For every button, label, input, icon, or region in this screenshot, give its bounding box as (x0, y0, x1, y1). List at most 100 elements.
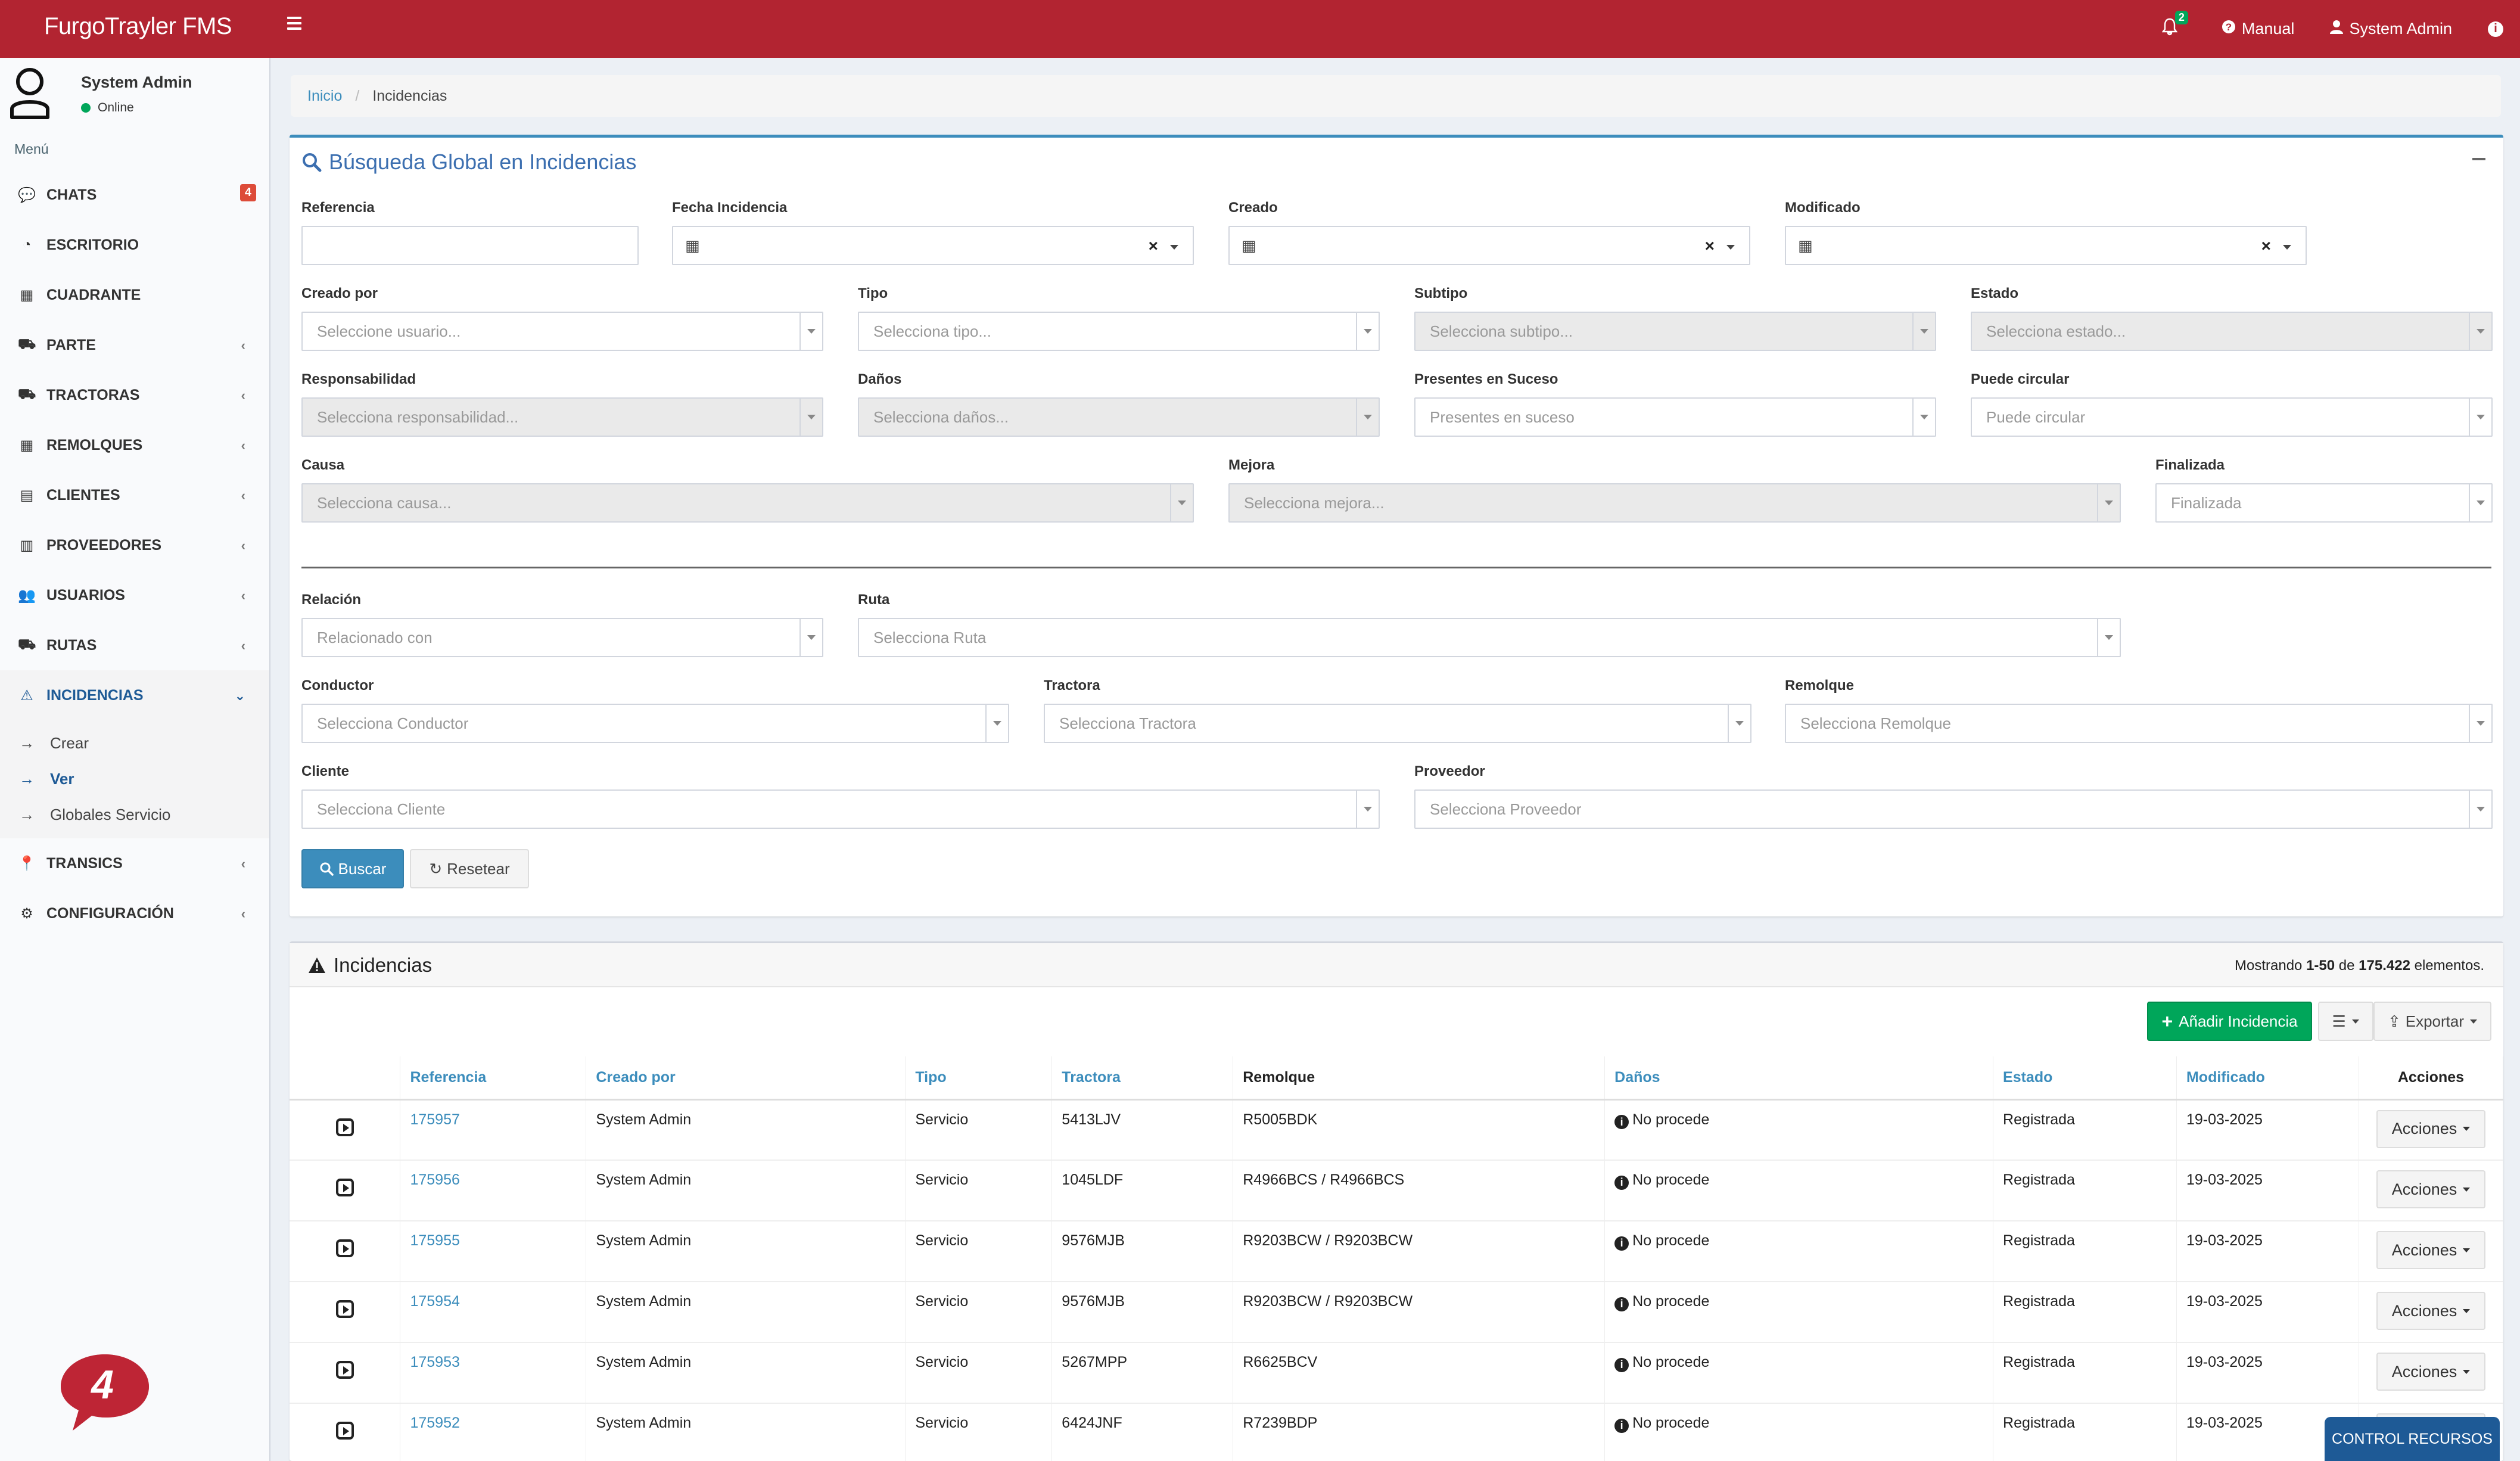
caret-down-icon (1356, 791, 1379, 828)
creado-picker[interactable]: ▦ × (1228, 226, 1750, 265)
proveedor-select[interactable]: Selecciona Proveedor (1414, 789, 2493, 829)
caret-down-icon (2097, 619, 2120, 656)
section-divider (301, 567, 2491, 568)
sidebar-item-remolques[interactable]: ▦ REMOLQUES ‹ (0, 420, 269, 470)
referencia-link[interactable]: 175957 (410, 1111, 459, 1128)
presentes-select[interactable]: Presentes en suceso (1414, 397, 1936, 437)
column-header-referencia[interactable]: Referencia (400, 1056, 587, 1101)
referencia-input[interactable] (301, 226, 639, 265)
chat-bubble-icon[interactable]: 4 (58, 1351, 151, 1434)
referencia-link[interactable]: 175954 (410, 1293, 459, 1310)
modificado-picker[interactable]: ▦ × (1785, 226, 2307, 265)
add-incidencia-button[interactable]: + Añadir Incidencia (2147, 1002, 2312, 1041)
referencia-link[interactable]: 175953 (410, 1354, 459, 1370)
label-mejora: Mejora (1228, 457, 1275, 473)
clear-icon[interactable]: × (2261, 237, 2271, 256)
relacion-select[interactable]: Relacionado con (301, 618, 823, 657)
cell-estado: Registrada (1993, 1099, 2177, 1161)
columns-toggle-button[interactable]: ☰ (2317, 1002, 2373, 1041)
play-square-icon[interactable] (335, 1422, 354, 1440)
column-header-modificado[interactable]: Modificado (2176, 1056, 2359, 1101)
estado-select[interactable]: Selecciona estado... (1971, 312, 2493, 351)
play-square-icon[interactable] (335, 1300, 354, 1318)
creado-por-select[interactable]: Seleccione usuario... (301, 312, 823, 351)
tractora-select[interactable]: Selecciona Tractora (1044, 704, 1751, 743)
table-row: 175955 System Admin Servicio 9576MJB R92… (290, 1221, 2504, 1282)
ruta-select[interactable]: Selecciona Ruta (858, 618, 2121, 657)
sidebar-item-parte[interactable]: ⛟ PARTE ‹ (0, 320, 269, 370)
acciones-button[interactable]: Acciones (2376, 1292, 2486, 1330)
puede-circular-select[interactable]: Puede circular (1971, 397, 2493, 437)
presentes-placeholder: Presentes en suceso (1430, 408, 1575, 426)
column-header-estado[interactable]: Estado (1993, 1056, 2177, 1101)
label-conductor: Conductor (301, 677, 374, 694)
acciones-button[interactable]: Acciones (2376, 1170, 2486, 1208)
tipo-select[interactable]: Selecciona tipo... (858, 312, 1380, 351)
notifications-badge: 2 (2174, 10, 2188, 24)
sidebar-item-tractoras[interactable]: ⛟ TRACTORAS ‹ (0, 370, 269, 420)
avatar (10, 68, 49, 119)
caret-down-icon (2283, 245, 2291, 250)
info-icon[interactable]: i (2488, 21, 2503, 37)
sidebar-item-chats[interactable]: 💬 CHATS 4 (0, 170, 269, 220)
sidebar-toggle-icon[interactable] (287, 17, 301, 30)
acciones-button[interactable]: Acciones (2376, 1231, 2486, 1269)
breadcrumb-home-link[interactable]: Inicio (307, 88, 342, 105)
resetear-label: Resetear (447, 859, 510, 878)
sidebar-item-rutas[interactable]: ⛟ RUTAS ‹ (0, 620, 269, 670)
acciones-button[interactable]: Acciones (2376, 1109, 2486, 1148)
sidebar-item-cuadrante[interactable]: ▦ CUADRANTE (0, 270, 269, 320)
brand-logo[interactable]: FurgoTrayler FMS (44, 13, 232, 40)
column-header-danos[interactable]: Daños (1604, 1056, 1994, 1101)
subtipo-select[interactable]: Selecciona subtipo... (1414, 312, 1936, 351)
remolque-select[interactable]: Selecciona Remolque (1785, 704, 2493, 743)
sidebar-subitem-ver[interactable]: → Ver (0, 761, 269, 797)
row-expand-cell (290, 1403, 401, 1461)
referencia-link[interactable]: 175956 (410, 1171, 459, 1188)
play-square-icon[interactable] (335, 1239, 354, 1257)
danos-select[interactable]: Selecciona daños... (858, 397, 1380, 437)
referencia-link[interactable]: 175955 (410, 1232, 459, 1249)
clear-icon[interactable]: × (1705, 237, 1715, 256)
fecha-incidencia-picker[interactable]: ▦ × (672, 226, 1194, 265)
sidebar-subitem-crear[interactable]: → Crear (0, 725, 269, 761)
info-icon: i (1614, 1418, 1629, 1433)
tipo-placeholder: Selecciona tipo... (873, 322, 992, 340)
finalizada-select[interactable]: Finalizada (2155, 483, 2493, 523)
sidebar-item-proveedores[interactable]: ▥ PROVEEDORES ‹ (0, 520, 269, 570)
responsabilidad-select[interactable]: Selecciona responsabilidad... (301, 397, 823, 437)
collapse-icon[interactable] (2472, 158, 2485, 160)
export-button[interactable]: ⇪ Exportar (2373, 1002, 2491, 1041)
column-header-tipo[interactable]: Tipo (905, 1056, 1053, 1101)
chevron-left-icon: ‹ (241, 388, 245, 403)
summary-prefix: Mostrando (2235, 958, 2307, 974)
cell-remolque: R5005BDK (1233, 1099, 1606, 1161)
acciones-button[interactable]: Acciones (2376, 1353, 2486, 1391)
sidebar-item-escritorio[interactable]: ◔ ESCRITORIO (0, 220, 269, 270)
sidebar-item-incidencias[interactable]: ⚠ INCIDENCIAS ⌄ (0, 670, 269, 720)
buscar-button[interactable]: Buscar (301, 849, 404, 888)
sidebar-item-configuracion[interactable]: ⚙ CONFIGURACIÓN ‹ (0, 888, 269, 938)
cliente-select[interactable]: Selecciona Cliente (301, 789, 1380, 829)
notifications-bell-icon[interactable]: 2 (2161, 10, 2188, 41)
referencia-link[interactable]: 175952 (410, 1415, 459, 1431)
control-recursos-button[interactable]: CONTROL RECURSOS (2325, 1417, 2500, 1461)
sidebar-item-usuarios[interactable]: 👥 USUARIOS ‹ (0, 570, 269, 620)
label-creado-por: Creado por (301, 285, 378, 301)
sidebar-subitem-globales-servicio[interactable]: → Globales Servicio (0, 797, 269, 832)
clear-icon[interactable]: × (1149, 237, 1158, 256)
column-header-creado-por[interactable]: Creado por (586, 1056, 906, 1101)
caret-down-icon (2463, 1187, 2471, 1192)
sidebar-item-transics[interactable]: 📍 TRANSICS ‹ (0, 838, 269, 888)
play-square-icon[interactable] (335, 1361, 354, 1379)
play-square-icon[interactable] (335, 1179, 354, 1196)
manual-link[interactable]: ? Manual (2222, 20, 2294, 38)
play-square-icon[interactable] (335, 1118, 354, 1136)
user-menu[interactable]: System Admin (2330, 20, 2452, 38)
sidebar-item-clientes[interactable]: ▤ CLIENTES ‹ (0, 470, 269, 520)
conductor-select[interactable]: Selecciona Conductor (301, 704, 1009, 743)
column-header-tractora[interactable]: Tractora (1051, 1056, 1234, 1101)
mejora-select[interactable]: Selecciona mejora... (1228, 483, 2121, 523)
resetear-button[interactable]: ↻ Resetear (410, 849, 529, 888)
causa-select[interactable]: Selecciona causa... (301, 483, 1194, 523)
